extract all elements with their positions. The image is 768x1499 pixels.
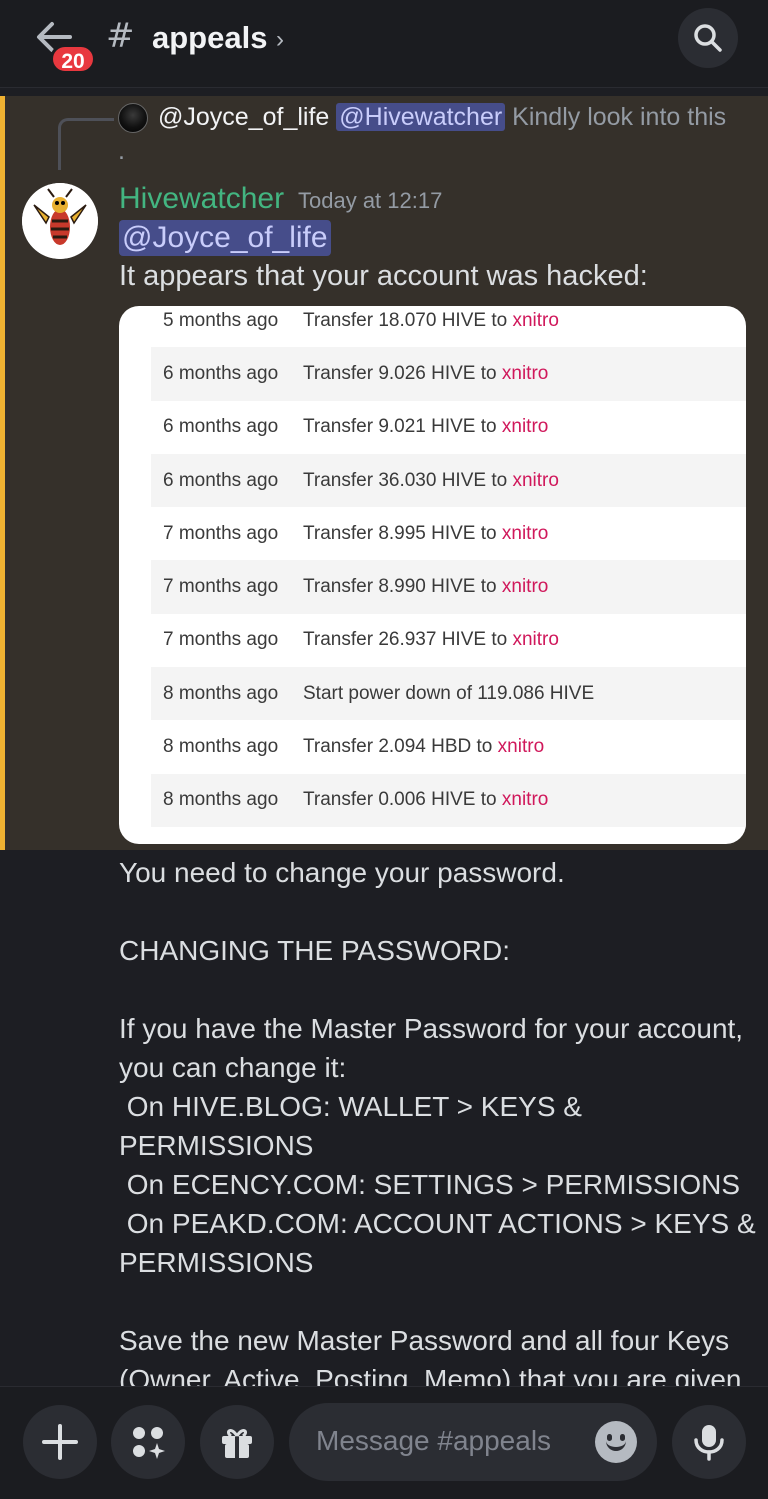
transaction-description: Transfer 9.026 HIVE to xnitro xyxy=(303,363,746,385)
avatar[interactable] xyxy=(22,183,98,259)
transaction-recipient: xnitro xyxy=(512,309,559,331)
transaction-time: 6 months ago xyxy=(163,416,279,438)
transaction-time: 8 months ago xyxy=(163,736,279,758)
transaction-time: 6 months ago xyxy=(163,469,279,491)
table-row: 6 months ago Transfer 36.030 HIVE to xnit… xyxy=(151,453,746,508)
table-row: 8 months ago Transfer 0.006 HIVE to xnitr… xyxy=(151,773,746,827)
reply-mention[interactable]: @Hivewatcher xyxy=(336,103,506,131)
emoji-mouth xyxy=(606,1441,626,1451)
transaction-time: 7 months ago xyxy=(163,629,279,651)
transaction-text: Transfer 0.006 HIVE to xyxy=(303,789,502,811)
table-row: 7 months ago Transfer 8.990 HIVE to xnitr… xyxy=(151,560,746,614)
table-row: 5 months ago Transfer 18.070 HIVE to xnit… xyxy=(151,306,746,347)
apps-icon xyxy=(133,1427,165,1459)
table-row: 7 months ago Transfer 8.995 HIVE to xnitr… xyxy=(151,507,746,560)
message-timestamp: Today at 12:17 xyxy=(298,188,443,213)
voice-button[interactable] xyxy=(672,1405,746,1479)
transaction-text: Transfer 9.026 HIVE to xyxy=(303,362,502,384)
mention-highlight-bar xyxy=(0,96,5,850)
transaction-text: Transfer 36.030 HIVE to xyxy=(303,469,513,491)
transaction-description: Transfer 0.006 HIVE to xnitro xyxy=(303,789,746,811)
gift-button[interactable] xyxy=(200,1405,274,1479)
transaction-text: Start power down of 119.086 HIVE xyxy=(303,682,595,704)
search-button[interactable] xyxy=(678,8,738,68)
reply-username[interactable]: @Joyce_of_life xyxy=(158,103,329,131)
plus-icon xyxy=(42,1424,78,1460)
message-mention[interactable]: @Joyce_of_life xyxy=(119,220,331,256)
message-body: You need to change your password. CHANGI… xyxy=(119,857,756,1395)
transaction-recipient: xnitro xyxy=(501,789,549,811)
reply-preview[interactable]: @Joyce_of_life @Hivewatcher Kindly look … xyxy=(118,100,738,168)
transaction-description: Transfer 36.030 HIVE to xnitro xyxy=(303,470,746,492)
table-row: 8 months ago Start power down of 119.086 … xyxy=(151,667,746,721)
add-button[interactable] xyxy=(23,1405,97,1479)
transaction-text: Transfer 8.990 HIVE to xyxy=(303,576,502,598)
channel-header: 20 # appeals › xyxy=(0,0,768,88)
message-input[interactable]: Message #appeals xyxy=(289,1403,657,1481)
microphone-icon xyxy=(694,1425,724,1461)
transaction-time: 7 months ago xyxy=(163,522,279,544)
transaction-text: Transfer 18.070 HIVE to xyxy=(303,309,513,331)
unread-badge: 20 xyxy=(50,44,96,74)
message-author[interactable]: Hivewatcher xyxy=(119,182,284,216)
transaction-description: Transfer 2.094 HBD to xnitro xyxy=(303,736,746,758)
emoji-icon[interactable] xyxy=(595,1421,637,1463)
transaction-recipient: xnitro xyxy=(497,736,545,758)
transaction-text: Transfer 26.937 HIVE to xyxy=(303,629,513,651)
table-row: 8 months ago Transfer 2.094 HBD to xnitro xyxy=(151,720,746,773)
transaction-description: Transfer 26.937 HIVE to xnitro xyxy=(303,629,746,651)
transaction-list: 5 months ago Transfer 18.070 HIVE to xnit… xyxy=(151,306,746,827)
embedded-image[interactable]: 5 months ago Transfer 18.070 HIVE to xnit… xyxy=(119,306,746,844)
apps-button[interactable] xyxy=(111,1405,185,1479)
gift-icon xyxy=(222,1429,252,1458)
chevron-right-icon[interactable]: › xyxy=(276,26,284,54)
hash-icon: # xyxy=(106,16,135,56)
message-placeholder: Message #appeals xyxy=(316,1425,552,1456)
transaction-recipient: xnitro xyxy=(512,469,559,491)
reply-avatar[interactable] xyxy=(118,103,148,133)
transaction-description: Transfer 8.990 HIVE to xnitro xyxy=(303,576,746,598)
transaction-recipient: xnitro xyxy=(501,362,549,384)
transaction-description: Transfer 18.070 HIVE to xnitro xyxy=(303,310,746,332)
search-icon xyxy=(694,24,722,52)
hornet-avatar-icon xyxy=(22,183,98,259)
transaction-recipient: xnitro xyxy=(501,416,549,438)
transaction-description: Transfer 9.021 HIVE to xnitro xyxy=(303,416,746,438)
transaction-time: 6 months ago xyxy=(163,362,279,384)
transaction-text: Transfer 8.995 HIVE to xyxy=(303,522,502,544)
channel-title[interactable]: appeals xyxy=(152,20,267,56)
transaction-recipient: xnitro xyxy=(501,522,549,544)
transaction-time: 7 months ago xyxy=(163,576,279,598)
transaction-description: Transfer 8.995 HIVE to xnitro xyxy=(303,523,746,545)
transaction-time: 5 months ago xyxy=(163,309,279,331)
reply-connector xyxy=(58,118,114,170)
table-row: 6 months ago Transfer 9.021 HIVE to xnitr… xyxy=(151,401,746,454)
transaction-recipient: xnitro xyxy=(501,576,549,598)
table-row: 7 months ago Transfer 26.937 HIVE to xnit… xyxy=(151,614,746,667)
table-row: 6 months ago Transfer 9.026 HIVE to xnitr… xyxy=(151,347,746,401)
transaction-text: Transfer 9.021 HIVE to xyxy=(303,416,502,438)
transaction-description: Start power down of 119.086 HIVE xyxy=(303,683,746,705)
transaction-text: Transfer 2.094 HBD to xyxy=(303,736,498,758)
transaction-time: 8 months ago xyxy=(163,789,279,811)
transaction-recipient: xnitro xyxy=(512,629,559,651)
transaction-time: 8 months ago xyxy=(163,682,279,704)
message-text: It appears that your account was hacked: xyxy=(119,260,648,292)
